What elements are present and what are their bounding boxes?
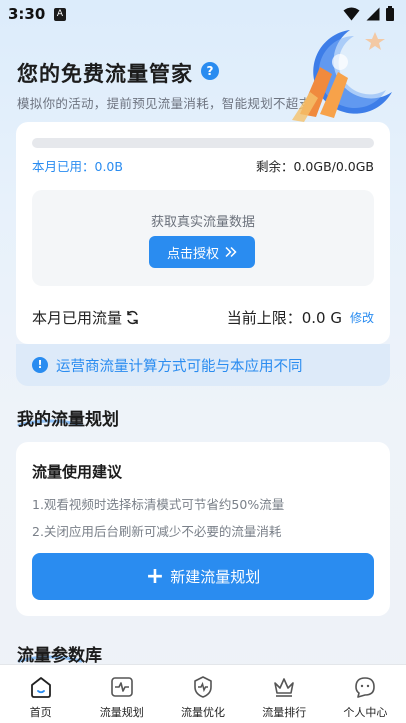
auth-prompt: 获取真实流量数据 (150, 215, 255, 230)
nav-label: 流量优化 (181, 706, 225, 719)
shield-pulse-icon (194, 676, 212, 698)
month-used-label: 本月已用流量 (32, 307, 140, 328)
plus-icon: + (145, 563, 165, 589)
plan-card-title: 流量使用建议 (32, 463, 123, 481)
plan-card: 流量使用建议 1.观看视频时选择标清模式可节省约50%流量 2.关闭应用后台刷新… (16, 442, 390, 616)
crown-icon (274, 678, 295, 697)
nav-item-profile[interactable]: 个人中心 (325, 665, 406, 723)
status-time: 3:30 (8, 5, 46, 23)
plan-tip: 1.观看视频时选择标清模式可节省约50%流量 (32, 497, 285, 512)
wifi-icon (343, 7, 360, 20)
nav-item-ranking[interactable]: 流量排行 (244, 665, 325, 723)
nav-item-home[interactable]: 首页 (0, 665, 81, 723)
edit-limit-link[interactable]: 修改 (350, 309, 374, 326)
nav-item-optimize[interactable]: 流量优化 (162, 665, 243, 723)
new-plan-button[interactable]: + 新建流量规划 (32, 553, 374, 600)
page-title: 您的免费流量管家 (17, 62, 193, 86)
new-plan-button-label: 新建流量规划 (170, 568, 261, 586)
plan-tip: 2.关闭应用后台刷新可减少不必要的流量消耗 (32, 524, 282, 539)
bottom-nav: 首页 流量规划 流量优化 流量排行 个人中心 (0, 664, 406, 723)
auth-box: 获取真实流量数据 点击授权 (32, 190, 374, 286)
status-icons (343, 6, 394, 21)
app-notification-icon: A (54, 8, 66, 21)
plan-section-title: 我的流量规划 (17, 410, 119, 430)
info-icon: ! (32, 357, 48, 373)
pulse-chart-icon (110, 677, 133, 697)
user-face-icon (355, 677, 376, 698)
used-label: 本月已用：0.0B (32, 159, 123, 174)
nav-item-plan[interactable]: 流量规划 (81, 665, 162, 723)
home-icon (30, 677, 51, 698)
signal-icon (366, 7, 380, 20)
help-icon[interactable]: ? (201, 62, 219, 80)
rocket-moon-illustration (292, 30, 392, 122)
page-subtitle: 模拟你的活动，提前预见流量消耗，智能规划不超支 (17, 96, 312, 111)
double-chevron-right-icon (225, 246, 237, 258)
notice-bar: ! 运营商流量计算方式可能与本应用不同 (16, 344, 390, 386)
usage-progress-bar (32, 138, 374, 148)
remaining-label: 剩余：0.0GB/0.0GB (256, 159, 374, 174)
notice-text: 运营商流量计算方式可能与本应用不同 (56, 358, 303, 375)
authorize-button[interactable]: 点击授权 (149, 236, 255, 268)
limit-label: 当前上限：0.0 G (226, 309, 342, 327)
authorize-button-label: 点击授权 (166, 246, 219, 262)
month-used-text: 本月已用流量 (32, 309, 123, 327)
usage-card: 本月已用：0.0B 剩余：0.0GB/0.0GB 获取真实流量数据 点击授权 本… (16, 122, 390, 344)
nav-label: 首页 (29, 706, 52, 719)
nav-label: 流量规划 (99, 706, 144, 719)
battery-icon (386, 6, 394, 21)
nav-label: 个人中心 (343, 706, 388, 719)
refresh-icon[interactable] (125, 310, 140, 325)
nav-label: 流量排行 (262, 706, 307, 719)
library-section-title: 流量参数库 (17, 646, 102, 666)
